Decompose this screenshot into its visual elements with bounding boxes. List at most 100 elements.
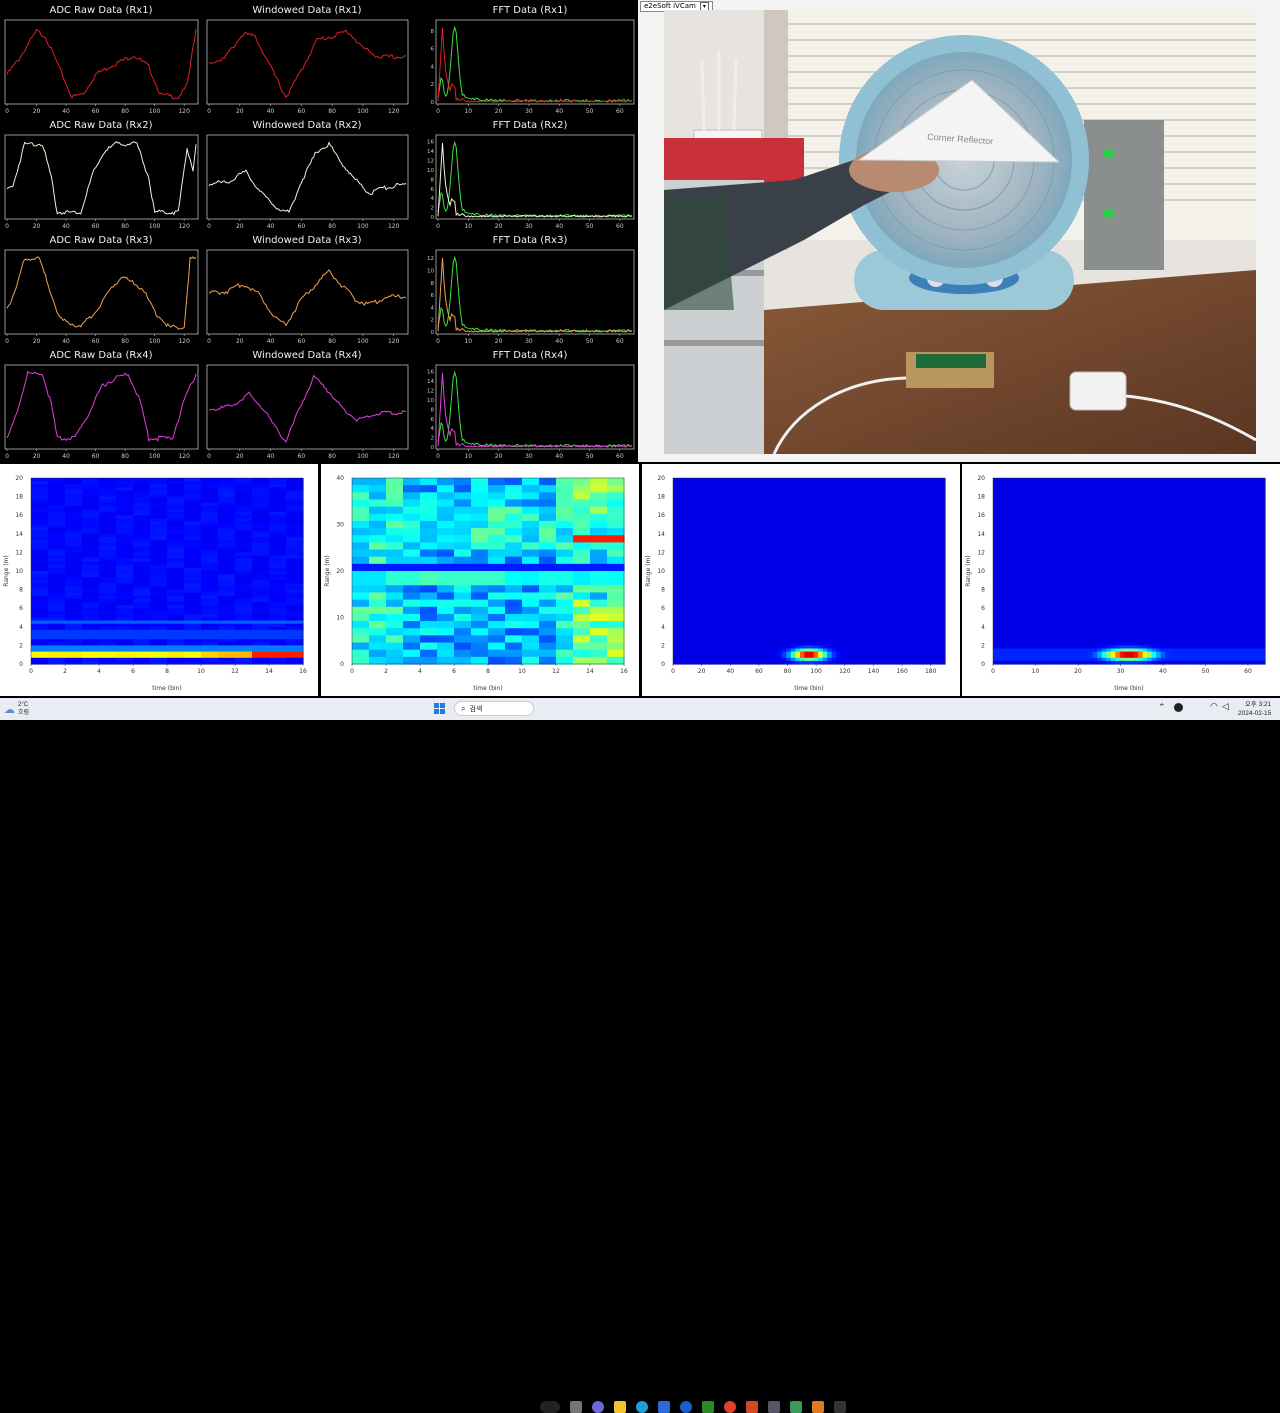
x-tick-label: 120 bbox=[388, 108, 400, 115]
heatmap-cell bbox=[607, 485, 625, 493]
x-tick-label: 100 bbox=[149, 338, 161, 345]
y-tick-label: 6 bbox=[431, 293, 435, 299]
heatmap-cell bbox=[437, 628, 455, 636]
y-tick-label: 20 bbox=[15, 475, 23, 482]
heatmap-cell bbox=[488, 514, 506, 522]
heatmap-cell bbox=[505, 535, 523, 543]
heatmap-cell bbox=[454, 607, 472, 615]
heatmap-cell bbox=[471, 521, 489, 529]
heatmap-cell bbox=[454, 528, 472, 536]
y-tick-label: 4 bbox=[431, 64, 435, 70]
heatmap-cell bbox=[369, 528, 387, 536]
heatmap-cell bbox=[403, 507, 421, 515]
heatmap-cell bbox=[471, 657, 489, 665]
heatmap-cell bbox=[505, 557, 523, 565]
heatmap-cell bbox=[420, 521, 438, 529]
heatmap-cell bbox=[590, 571, 608, 579]
x-tick-label: 120 bbox=[388, 338, 400, 345]
heatmap-cell bbox=[369, 507, 387, 515]
heatmap-cell bbox=[471, 614, 489, 622]
heatmap-cell bbox=[590, 542, 608, 550]
heatmap-cells bbox=[352, 478, 625, 665]
heatmap-cell bbox=[539, 478, 557, 486]
x-tick-label: 60 bbox=[92, 453, 100, 460]
heatmap-cell bbox=[539, 492, 557, 500]
heatmap-cell bbox=[488, 592, 506, 600]
heatmap-cell bbox=[437, 650, 455, 658]
x-tick-label: 100 bbox=[149, 108, 161, 115]
y-tick-label: 0 bbox=[431, 445, 435, 451]
heatmap-cell bbox=[352, 485, 370, 493]
heatmap-cell bbox=[420, 535, 438, 543]
x-tick-label: 60 bbox=[616, 108, 624, 115]
x-tick-label: 20 bbox=[33, 108, 41, 115]
heatmap-cell bbox=[573, 542, 591, 550]
heatmap-cell bbox=[437, 578, 455, 586]
x-tick-label: 40 bbox=[555, 338, 563, 345]
heatmap-cell bbox=[573, 600, 591, 608]
plot-canvas: 0102030405060024681012 bbox=[422, 248, 638, 345]
heatmap-cell bbox=[522, 643, 540, 651]
heatmap-cell bbox=[556, 578, 574, 586]
heatmap-cell bbox=[369, 478, 387, 486]
heatmap-cell bbox=[437, 535, 455, 543]
heatmap-cell bbox=[352, 528, 370, 536]
signal-plot: ADC Raw Data (Rx4)020406080100120 bbox=[0, 347, 202, 460]
y-tick-label: 0 bbox=[19, 661, 23, 668]
heatmap-cell bbox=[607, 557, 625, 565]
heatmap-cell bbox=[556, 514, 574, 522]
heatmap-cell bbox=[386, 528, 404, 536]
heatmap-cell bbox=[522, 628, 540, 636]
heatmap-cell bbox=[522, 492, 540, 500]
heatmap-cell bbox=[369, 600, 387, 608]
heatmap-cell bbox=[471, 507, 489, 515]
heatmap-cell bbox=[386, 571, 404, 579]
heatmap-cell bbox=[471, 643, 489, 651]
x-tick-label: 10 bbox=[464, 108, 472, 115]
heatmap-cell bbox=[420, 514, 438, 522]
x-tick-label: 80 bbox=[328, 223, 336, 230]
x-tick-label: 50 bbox=[586, 453, 594, 460]
heatmap-cell bbox=[522, 650, 540, 658]
heatmap-cell bbox=[522, 600, 540, 608]
y-tick-label: 2 bbox=[431, 206, 435, 212]
heatmap-cell bbox=[352, 585, 370, 593]
x-axis-label: time (bin) bbox=[152, 685, 181, 692]
heatmap-cell bbox=[352, 657, 370, 665]
x-tick-label: 50 bbox=[586, 108, 594, 115]
x-tick-label: 14 bbox=[586, 668, 594, 675]
heatmap-cell bbox=[386, 607, 404, 615]
heatmap-cell bbox=[352, 535, 370, 543]
heatmap-cell bbox=[403, 592, 421, 600]
heatmap-cell bbox=[539, 650, 557, 658]
heatmap-cell bbox=[522, 542, 540, 550]
heatmap-cell bbox=[437, 607, 455, 615]
heatmap-cell bbox=[607, 492, 625, 500]
heatmap-cell bbox=[420, 621, 438, 629]
heatmap-cell bbox=[420, 478, 438, 486]
heatmap-cell bbox=[556, 535, 574, 543]
heatmap-cell bbox=[386, 592, 404, 600]
heatmap-cell bbox=[352, 628, 370, 636]
heatmap-cell bbox=[522, 592, 540, 600]
heatmap-cell bbox=[556, 499, 574, 507]
x-tick-label: 0 bbox=[5, 338, 9, 345]
x-tick-label: 60 bbox=[92, 223, 100, 230]
x-tick-label: 80 bbox=[328, 108, 336, 115]
y-tick-label: 8 bbox=[431, 407, 435, 413]
x-tick-label: 120 bbox=[178, 453, 190, 460]
signal-plot: FFT Data (Rx4)01020304050600246810121416 bbox=[422, 347, 638, 460]
x-tick-label: 80 bbox=[121, 223, 129, 230]
y-tick-label: 0 bbox=[431, 330, 435, 336]
heatmap-cell bbox=[369, 628, 387, 636]
heatmap-cell bbox=[471, 628, 489, 636]
heatmap-cell bbox=[369, 485, 387, 493]
heatmap-cell bbox=[556, 592, 574, 600]
y-tick-label: 0 bbox=[431, 100, 435, 106]
x-tick-label: 100 bbox=[357, 108, 369, 115]
heatmap-cell bbox=[522, 550, 540, 558]
x-tick-label: 50 bbox=[586, 338, 594, 345]
heatmap-cell bbox=[539, 585, 557, 593]
heatmap-cell bbox=[522, 564, 540, 572]
heatmap-cell bbox=[522, 607, 540, 615]
